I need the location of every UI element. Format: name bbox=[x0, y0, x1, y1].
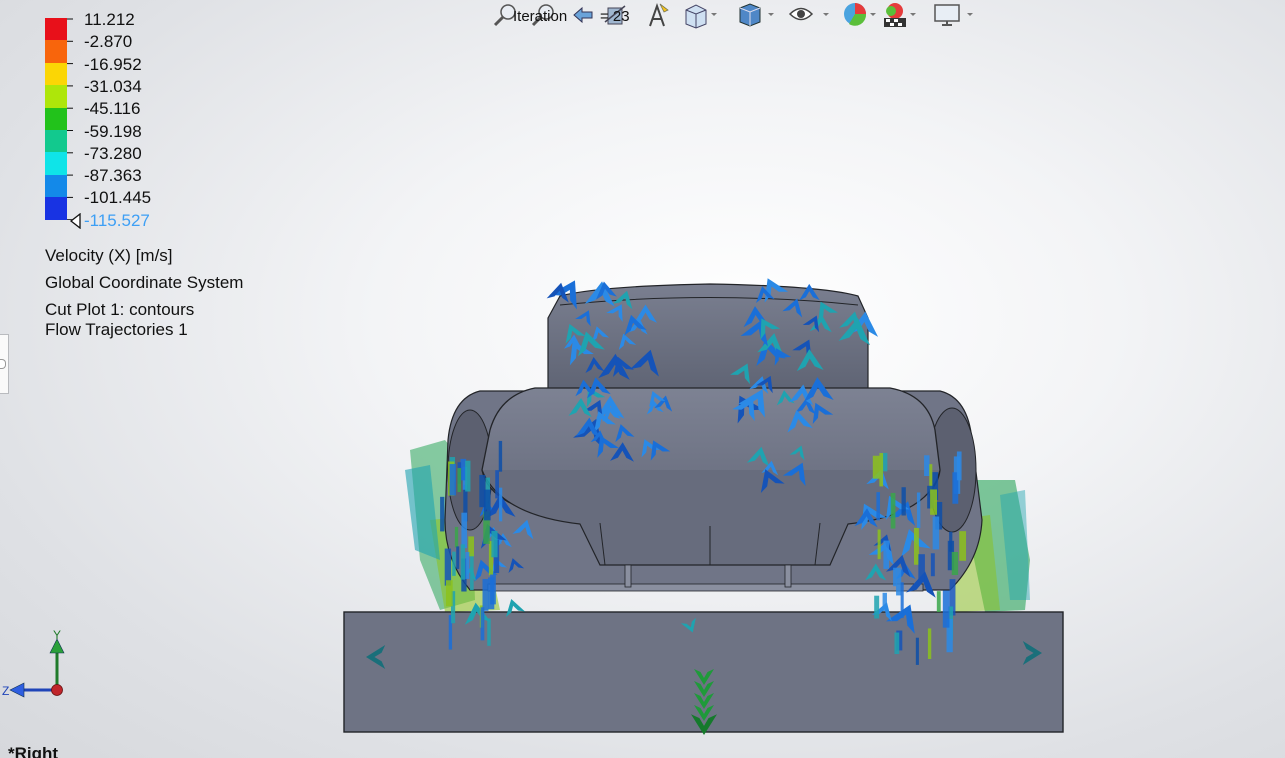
legend-parameter: Velocity (X) [m/s] bbox=[45, 246, 173, 265]
flow-streak bbox=[913, 527, 919, 565]
flow-streak bbox=[465, 460, 471, 492]
side-panel-collapse-tab[interactable] bbox=[0, 334, 9, 394]
results-legend[interactable]: 11.212 -2.870 -16.952 -31.034 -45.116 -59.198… bbox=[40, 8, 320, 348]
legend-value: 11.212 bbox=[84, 10, 135, 29]
flow-streak bbox=[901, 487, 906, 516]
legend-value: -45.116 bbox=[84, 99, 141, 119]
flow-streak bbox=[916, 492, 921, 528]
flow-streak bbox=[491, 530, 498, 558]
flow-streak bbox=[482, 578, 489, 611]
edit-appearance-icon[interactable] bbox=[840, 0, 876, 30]
flow-streak bbox=[452, 551, 456, 576]
flow-streak bbox=[872, 455, 880, 479]
flow-streak bbox=[927, 628, 932, 660]
legend-swatch bbox=[45, 129, 67, 153]
flow-streak bbox=[876, 492, 881, 521]
legend-value: -101.445 bbox=[84, 188, 152, 208]
legend-value: -16.952 bbox=[84, 54, 142, 74]
origin-icon bbox=[51, 684, 63, 696]
view-orientation-icon[interactable] bbox=[682, 0, 717, 30]
legend-swatch bbox=[45, 197, 67, 220]
flow-streak bbox=[890, 492, 896, 529]
legend-plot-2: Flow Trajectories 1 bbox=[45, 320, 188, 339]
flow-streak bbox=[896, 567, 902, 596]
legend-colorbar bbox=[45, 18, 67, 220]
flow-streak bbox=[440, 496, 445, 532]
flow-streak bbox=[918, 554, 925, 582]
flow-streak bbox=[483, 489, 491, 521]
flow-streak bbox=[883, 540, 890, 569]
flow-streak bbox=[454, 526, 459, 548]
legend-value: -59.198 bbox=[84, 121, 142, 141]
legend-swatch bbox=[45, 107, 67, 130]
min-value-pointer-icon bbox=[69, 213, 81, 229]
reference-triad: Y Z bbox=[0, 625, 80, 705]
flow-streak bbox=[936, 591, 941, 613]
legend-plot-1: Cut Plot 1: contours bbox=[45, 300, 195, 319]
legend-value: -31.034 bbox=[84, 76, 142, 96]
flow-streak bbox=[444, 548, 452, 586]
flow-streak bbox=[874, 595, 880, 619]
graphics-area[interactable]: Iteration = 23 11.212 -2.870 -16.952 -31.03… bbox=[0, 0, 1285, 758]
flow-streak bbox=[498, 440, 503, 472]
triad-y-label: Y bbox=[53, 628, 61, 642]
legend-swatch bbox=[45, 62, 67, 86]
flow-streak bbox=[495, 470, 499, 499]
dynamic-annotation-icon[interactable] bbox=[642, 0, 674, 30]
flow-streak bbox=[499, 487, 503, 522]
triad-z-label: Z bbox=[2, 684, 9, 698]
flow-streak bbox=[932, 516, 940, 550]
hide-show-items-icon[interactable] bbox=[788, 0, 829, 30]
view-name-label: *Right bbox=[8, 744, 59, 758]
legend-value: -2.870 bbox=[84, 32, 133, 52]
legend-swatch bbox=[45, 85, 67, 108]
flow-streak bbox=[951, 551, 959, 576]
flow-streak bbox=[465, 552, 470, 579]
legend-value: -73.280 bbox=[84, 143, 142, 163]
flow-streak bbox=[461, 512, 468, 549]
legend-swatch bbox=[45, 174, 67, 198]
legend-swatch bbox=[45, 152, 67, 175]
flow-streak bbox=[924, 455, 930, 477]
flow-streak bbox=[893, 567, 897, 587]
flow-streak bbox=[470, 553, 474, 591]
flow-streak bbox=[956, 451, 962, 481]
flow-streak bbox=[877, 529, 881, 560]
apply-scene-icon[interactable] bbox=[880, 0, 916, 30]
flow-streak bbox=[487, 618, 491, 646]
flow-streak bbox=[959, 531, 967, 561]
legend-value: -87.363 bbox=[84, 166, 142, 186]
flow-streak bbox=[488, 577, 495, 610]
flow-streak bbox=[480, 607, 485, 641]
flow-streak bbox=[457, 468, 462, 493]
flow-streak bbox=[915, 637, 919, 665]
legend-value: -115.527 bbox=[84, 210, 150, 230]
flow-streak bbox=[449, 464, 456, 496]
previous-view-icon[interactable] bbox=[568, 0, 600, 30]
flow-streak bbox=[942, 590, 950, 628]
display-style-icon[interactable] bbox=[736, 0, 774, 30]
iteration-label: Iteration bbox=[513, 8, 568, 25]
iteration-value: = 23 bbox=[600, 8, 630, 25]
legend-ticks bbox=[67, 18, 73, 220]
flow-streak bbox=[445, 580, 453, 607]
legend-coordinate-system: Global Coordinate System bbox=[45, 273, 244, 292]
view-settings-icon[interactable] bbox=[932, 0, 973, 30]
flow-streak bbox=[894, 632, 900, 655]
legend-swatch bbox=[45, 40, 67, 63]
flow-streak bbox=[456, 546, 460, 569]
flow-streak bbox=[930, 553, 935, 577]
flow-streak bbox=[460, 544, 466, 580]
side-panel-handle-icon bbox=[0, 359, 6, 369]
flow-streak bbox=[882, 592, 887, 612]
flow-streak bbox=[900, 582, 904, 619]
flow-streak bbox=[879, 453, 884, 487]
flow-streak bbox=[930, 489, 938, 515]
legend-swatch bbox=[45, 18, 67, 41]
